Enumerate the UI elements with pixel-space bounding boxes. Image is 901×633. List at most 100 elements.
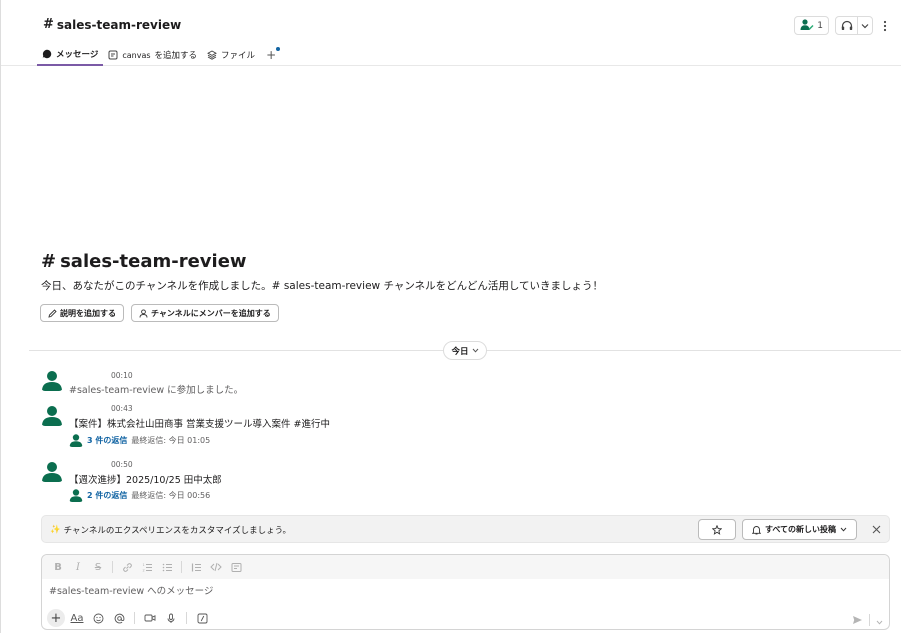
canvas-icon: [108, 50, 118, 60]
user-avatar-icon: [42, 406, 62, 426]
last-reply-time: 最終返信: 今日 01:05: [131, 435, 211, 445]
message-time[interactable]: 00:10: [111, 371, 133, 380]
toolbar-divider: [112, 561, 113, 573]
add-description-label: 説明を追加する: [60, 308, 116, 318]
thread-summary[interactable]: 3 件の返信 最終返信: 今日 01:05: [69, 433, 210, 447]
formatting-toolbar: B I S 12: [42, 555, 889, 579]
banner-text: ✨ チャンネルのエクスペリエンスをカスタマイズしましょう。: [50, 524, 291, 536]
close-banner-button[interactable]: [868, 521, 884, 537]
message-time[interactable]: 00:43: [111, 404, 133, 413]
notification-label: すべての新しい投稿: [764, 525, 837, 534]
toolbar-divider: [134, 612, 135, 624]
chevron-down-icon: [861, 23, 869, 28]
reply-count-link[interactable]: 2 件の返信: [87, 490, 127, 501]
layers-icon: [207, 50, 217, 60]
code-icon[interactable]: [207, 558, 225, 576]
message-bubble-icon: [42, 49, 52, 59]
tab-messages-label: メッセージ: [56, 50, 99, 60]
intro-actions: 説明を追加する チャンネルにメンバーを追加する: [40, 304, 279, 322]
intro-hash: #: [41, 251, 57, 272]
star-icon: [712, 524, 722, 535]
channel-title-button[interactable]: # sales-team-review: [43, 17, 181, 32]
bold-icon[interactable]: B: [49, 558, 67, 576]
add-member-button[interactable]: チャンネルにメンバーを追加する: [131, 304, 279, 322]
user-avatar-icon: [69, 434, 83, 447]
huddle-button[interactable]: [836, 17, 858, 34]
svg-text:2: 2: [142, 568, 144, 572]
chevron-down-icon: [472, 348, 478, 353]
customize-banner: ✨ チャンネルのエクスペリエンスをカスタマイズしましょう。 すべての新しい投稿: [41, 515, 890, 543]
strikethrough-icon[interactable]: S: [89, 558, 107, 576]
channel-name: sales-team-review: [56, 17, 182, 32]
huddle-options-button[interactable]: [858, 17, 872, 34]
channel-intro-text: 今日、あなたがこのチャンネルを作成しました。# sales-team-revie…: [41, 280, 604, 292]
huddle-group: [835, 16, 873, 35]
chevron-down-icon: [840, 527, 847, 532]
intro-channel-name: sales-team-review: [60, 251, 247, 272]
member-count: 1: [817, 20, 823, 31]
message-composer: B I S 12 +: [41, 554, 890, 630]
person-icon: [139, 308, 148, 318]
bell-icon: [751, 525, 761, 534]
channel-header: # sales-team-review 1 メッセージ canvas を追加する…: [1, 0, 901, 66]
avatar[interactable]: [41, 460, 63, 482]
user-avatar-icon: [42, 371, 62, 391]
message-time[interactable]: 00:50: [111, 460, 133, 469]
ordered-list-icon[interactable]: 12: [138, 558, 156, 576]
add-tab-button[interactable]: +: [260, 44, 282, 66]
thread-summary[interactable]: 2 件の返信 最終返信: 今日 00:56: [69, 488, 210, 502]
more-options-button[interactable]: [879, 20, 891, 32]
mention-icon[interactable]: [110, 609, 128, 627]
avatar[interactable]: [41, 404, 63, 426]
attach-plus-button[interactable]: +: [47, 609, 65, 627]
toolbar-divider: [181, 561, 182, 573]
italic-icon[interactable]: I: [69, 558, 87, 576]
new-indicator-dot: [276, 47, 281, 51]
tab-canvas-label: を追加する: [154, 51, 198, 61]
microphone-icon[interactable]: [162, 609, 180, 627]
pencil-icon: [48, 308, 57, 318]
message-input[interactable]: [49, 586, 849, 597]
person-icon: [800, 18, 814, 33]
channel-hash: #: [43, 17, 54, 32]
message-text: #sales-team-review に参加しました。: [69, 385, 244, 396]
add-description-button[interactable]: 説明を追加する: [40, 304, 124, 322]
channel-intro-title: # sales-team-review: [41, 251, 247, 272]
format-toggle-button[interactable]: Aa: [68, 609, 86, 627]
app-window: # sales-team-review 1 メッセージ canvas を追加する…: [0, 0, 901, 633]
star-channel-button[interactable]: [698, 519, 736, 540]
send-button[interactable]: [852, 610, 863, 629]
reply-count-link[interactable]: 3 件の返信: [87, 435, 127, 446]
send-options-button[interactable]: [876, 610, 883, 629]
plus-icon: +: [266, 48, 277, 62]
tab-add-canvas[interactable]: canvas を追加する: [103, 44, 202, 66]
date-divider-label: 今日: [451, 346, 469, 357]
toolbar-divider: [186, 612, 187, 624]
headphones-icon: [841, 20, 852, 30]
date-divider-button[interactable]: 今日: [443, 341, 487, 360]
send-divider: [869, 613, 870, 626]
bullet-list-icon[interactable]: [158, 558, 176, 576]
close-icon: [872, 525, 880, 533]
tab-files[interactable]: ファイル: [202, 44, 260, 66]
tab-messages[interactable]: メッセージ: [37, 44, 104, 66]
blockquote-icon[interactable]: [187, 558, 205, 576]
emoji-icon[interactable]: [89, 609, 107, 627]
tab-canvas-prefix: canvas: [122, 50, 151, 60]
avatar[interactable]: [41, 369, 63, 391]
video-icon[interactable]: [141, 609, 159, 627]
channel-tabs: メッセージ canvas を追加する ファイル +: [37, 42, 282, 66]
send-group: [852, 610, 883, 629]
slash-command-icon[interactable]: [193, 609, 211, 627]
reply-avatar: [69, 488, 83, 502]
link-icon[interactable]: [118, 558, 136, 576]
svg-text:1: 1: [142, 563, 144, 567]
message-text: 【週次進捗】2025/10/25 田中太郎: [69, 475, 222, 486]
notification-settings-button[interactable]: すべての新しい投稿: [742, 519, 857, 540]
code-block-icon[interactable]: [227, 558, 245, 576]
add-member-label: チャンネルにメンバーを追加する: [151, 308, 271, 318]
banner-message: チャンネルのエクスペリエンスをカスタマイズしましょう。: [63, 526, 292, 536]
sparkle-icon: ✨: [50, 525, 61, 535]
kebab-icon: [883, 20, 887, 31]
members-button[interactable]: 1: [794, 16, 829, 35]
